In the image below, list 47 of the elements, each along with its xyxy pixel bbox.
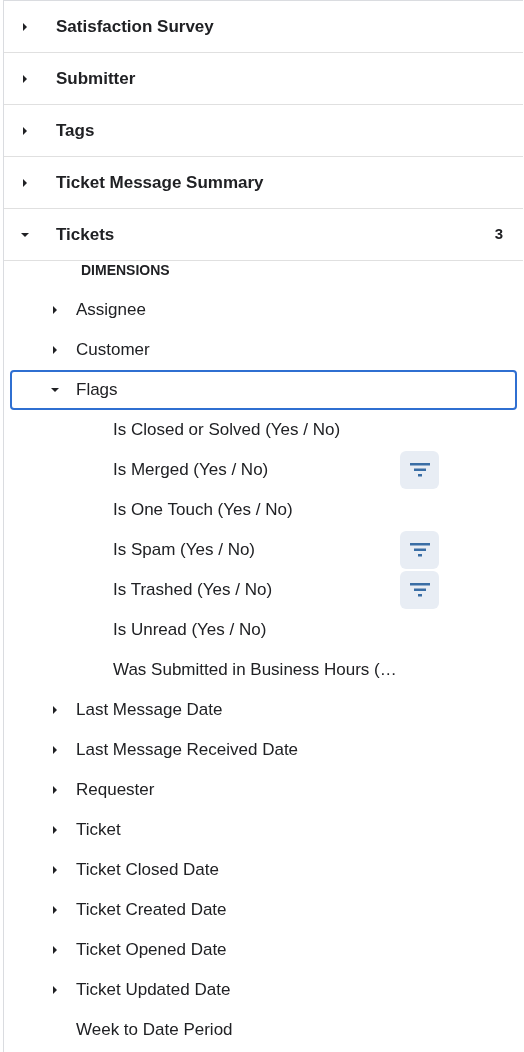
filter-button[interactable]	[400, 531, 439, 569]
caret-right-icon[interactable]	[20, 21, 30, 32]
field-item[interactable]: Is Merged (Yes / No)	[113, 457, 400, 483]
group-title[interactable]: Tickets	[56, 221, 495, 248]
group-title[interactable]: Submitter	[56, 65, 503, 92]
caret-right-icon[interactable]	[20, 177, 30, 188]
tree-item[interactable]: Ticket	[10, 810, 517, 850]
caret-right-icon[interactable]	[50, 945, 60, 955]
caret-right-icon[interactable]	[50, 705, 60, 715]
field-item[interactable]: Was Submitted in Business Hours (…	[113, 657, 439, 683]
caret-right-icon[interactable]	[50, 905, 60, 915]
caret-right-icon[interactable]	[50, 345, 60, 355]
tree-item[interactable]: Ticket Updated Date	[10, 970, 517, 1010]
field-item[interactable]: Is One Touch (Yes / No)	[113, 497, 439, 523]
filter-button[interactable]	[400, 451, 439, 489]
filter-icon	[409, 583, 430, 597]
tree-item[interactable]: Ticket Closed Date	[10, 850, 517, 890]
caret-right-icon[interactable]	[20, 73, 30, 84]
caret-right-icon[interactable]	[50, 865, 60, 875]
caret-right-icon[interactable]	[20, 125, 30, 136]
tree-item[interactable]: Last Message Date	[10, 690, 517, 730]
tree-item[interactable]: Customer	[10, 330, 517, 370]
caret-right-icon[interactable]	[50, 745, 60, 755]
tree-item[interactable]: Ticket Opened Date	[10, 930, 517, 970]
tree-item[interactable]: Requester	[10, 770, 517, 810]
caret-right-icon[interactable]	[50, 985, 60, 995]
filter-icon	[409, 543, 430, 557]
field-item[interactable]: Is Spam (Yes / No)	[113, 537, 400, 563]
field-item[interactable]: Is Trashed (Yes / No)	[113, 577, 400, 603]
field-item[interactable]: Is Unread (Yes / No)	[113, 617, 439, 643]
field-item[interactable]: Is Closed or Solved (Yes / No)	[113, 417, 439, 443]
section-heading: DIMENSIONS	[81, 261, 170, 280]
tree-item[interactable]: Ticket Created Date	[10, 890, 517, 930]
group-title[interactable]: Satisfaction Survey	[56, 13, 503, 40]
group-title[interactable]: Ticket Message Summary	[56, 169, 503, 196]
caret-down-icon[interactable]	[50, 385, 60, 395]
caret-right-icon[interactable]	[50, 305, 60, 315]
count: 3	[494, 224, 503, 245]
caret-right-icon[interactable]	[50, 825, 60, 835]
tree-item[interactable]: Assignee	[10, 290, 517, 330]
filter-button[interactable]	[400, 571, 439, 609]
caret-right-icon[interactable]	[50, 785, 60, 795]
filter-icon	[409, 463, 430, 477]
tree-item[interactable]: Last Message Received Date	[10, 730, 517, 770]
tree-item[interactable]: Week to Date Period	[10, 1010, 517, 1050]
tree-item[interactable]: Flags	[10, 370, 517, 410]
group-title[interactable]: Tags	[56, 117, 503, 144]
